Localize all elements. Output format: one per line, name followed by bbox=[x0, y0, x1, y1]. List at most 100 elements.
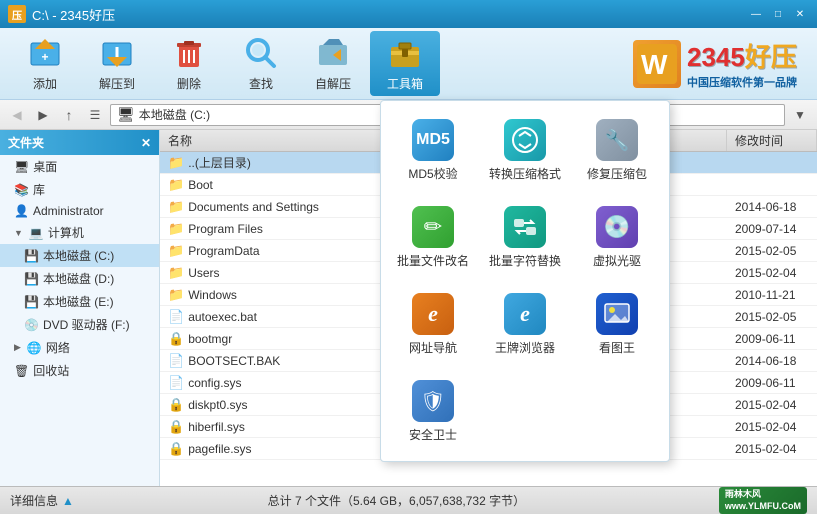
desktop-label: 桌面 bbox=[33, 158, 57, 175]
folder-icon: 📁 bbox=[168, 155, 184, 171]
sidebar-item-computer[interactable]: ▼ 💻 计算机 bbox=[0, 221, 159, 244]
navigate-icon: e bbox=[412, 293, 454, 335]
file-icon: 📄 bbox=[168, 309, 184, 325]
dropdown-batchrename[interactable]: ✏ 批量文件改名 bbox=[391, 198, 475, 277]
sidebar-item-desktop[interactable]: 🖥 桌面 bbox=[0, 155, 159, 178]
security-label: 安全卫士 bbox=[409, 426, 457, 443]
back-button[interactable]: ◀ bbox=[6, 104, 28, 126]
dropdown-convert[interactable]: 转换压缩格式 bbox=[483, 111, 567, 190]
dropdown-navigate[interactable]: e 网址导航 bbox=[391, 285, 475, 364]
recycle-icon: 🗑 bbox=[14, 364, 29, 378]
batchrename-label: 批量文件改名 bbox=[397, 252, 469, 269]
col-header-date[interactable]: 修改时间 bbox=[727, 130, 817, 151]
address-drive-icon: 🖥 bbox=[117, 106, 135, 123]
convert-label: 转换压缩格式 bbox=[489, 165, 561, 182]
dvd-icon: 💿 bbox=[24, 318, 39, 332]
brand-tagline: 中国压缩软件第一品牌 bbox=[687, 74, 797, 90]
folder-icon: 📁 bbox=[168, 199, 184, 215]
sidebar-item-network[interactable]: ▶ 🌐 网络 bbox=[0, 336, 159, 359]
file-date: 2010-11-21 bbox=[727, 288, 817, 302]
dropdown-batchreplace[interactable]: 批量字符替换 bbox=[483, 198, 567, 277]
detail-expand-button[interactable]: ▲ bbox=[62, 494, 74, 508]
file-date: 2015-02-04 bbox=[727, 266, 817, 280]
batchreplace-icon bbox=[504, 206, 546, 248]
file-date: 2009-07-14 bbox=[727, 222, 817, 236]
file-date: 2009-06-11 bbox=[727, 332, 817, 346]
sidebar-header: 文件夹 ✕ bbox=[0, 130, 159, 155]
sidebar-item-recycle[interactable]: 🗑 回收站 bbox=[0, 359, 159, 382]
file-name: hiberfil.sys bbox=[188, 420, 245, 434]
file-date: 2015-02-04 bbox=[727, 442, 817, 456]
dropdown-repair[interactable]: 🔧 修复压缩包 bbox=[575, 111, 659, 190]
admin-label: Administrator bbox=[33, 204, 104, 218]
sidebar-close-button[interactable]: ✕ bbox=[141, 136, 151, 150]
status-text: 总计 7 个文件（5.64 GB，6,057,638,732 字节） bbox=[74, 492, 719, 509]
extract-icon bbox=[99, 35, 135, 71]
toolbox-button[interactable]: 工具箱 bbox=[370, 31, 440, 96]
file-name: Windows bbox=[188, 288, 237, 302]
virtualdisk-icon: 💿 bbox=[596, 206, 638, 248]
file-icon: 📄 bbox=[168, 353, 184, 369]
dropdown-virtualdisk[interactable]: 💿 虚拟光驱 bbox=[575, 198, 659, 277]
toolbox-icon bbox=[387, 35, 423, 71]
virtualdisk-label: 虚拟光驱 bbox=[593, 252, 641, 269]
view-button[interactable]: ☰ bbox=[84, 104, 106, 126]
selfextract-label: 自解压 bbox=[315, 75, 351, 92]
diske-label: 本地磁盘 (E:) bbox=[43, 293, 114, 310]
recycle-label: 回收站 bbox=[33, 362, 69, 379]
folder-icon: 📁 bbox=[168, 221, 184, 237]
file-name: BOOTSECT.BAK bbox=[188, 354, 280, 368]
file-name: autoexec.bat bbox=[188, 310, 257, 324]
address-dropdown-button[interactable]: ▼ bbox=[789, 104, 811, 126]
up-button[interactable]: ↑ bbox=[58, 104, 80, 126]
sidebar-item-diske[interactable]: 💾 本地磁盘 (E:) bbox=[0, 290, 159, 313]
file-name: config.sys bbox=[188, 376, 241, 390]
expand-arrow: ▼ bbox=[14, 228, 23, 238]
toolbar: + 添加 解压到 bbox=[0, 28, 817, 100]
title-bar: 压 C:\ - 2345好压 — □ ✕ bbox=[0, 0, 817, 28]
sidebar-item-dvd[interactable]: 💿 DVD 驱动器 (F:) bbox=[0, 313, 159, 336]
diskc-icon: 💾 bbox=[24, 249, 39, 263]
convert-icon bbox=[504, 119, 546, 161]
minimize-button[interactable]: — bbox=[747, 5, 765, 23]
batchreplace-label: 批量字符替换 bbox=[489, 252, 561, 269]
file-date: 2014-06-18 bbox=[727, 200, 817, 214]
dropdown-security[interactable]: 🛡 安全卫士 bbox=[391, 372, 475, 451]
maximize-button[interactable]: □ bbox=[769, 5, 787, 23]
selfextract-icon bbox=[315, 35, 351, 71]
file-name: Program Files bbox=[188, 222, 263, 236]
sidebar-item-diskd[interactable]: 💾 本地磁盘 (D:) bbox=[0, 267, 159, 290]
desktop-icon: 🖥 bbox=[14, 160, 29, 174]
dropdown-imageview[interactable]: 看图王 bbox=[575, 285, 659, 364]
file-date: 2009-06-11 bbox=[727, 376, 817, 390]
add-icon: + bbox=[27, 35, 63, 71]
file-date: 2015-02-04 bbox=[727, 420, 817, 434]
folder-icon: 📁 bbox=[168, 177, 184, 193]
network-expand: ▶ bbox=[14, 342, 21, 353]
batchrename-icon: ✏ bbox=[412, 206, 454, 248]
sidebar-item-diskc[interactable]: 💾 本地磁盘 (C:) bbox=[0, 244, 159, 267]
address-text: 本地磁盘 (C:) bbox=[139, 106, 210, 123]
dropdown-browser[interactable]: e 王牌浏览器 bbox=[483, 285, 567, 364]
extract-button[interactable]: 解压到 bbox=[82, 31, 152, 96]
search-button[interactable]: 查找 bbox=[226, 31, 296, 96]
close-button[interactable]: ✕ bbox=[791, 5, 809, 23]
dvd-label: DVD 驱动器 (F:) bbox=[43, 316, 130, 333]
sidebar-item-library[interactable]: 📚 库 bbox=[0, 178, 159, 201]
svg-text:+: + bbox=[41, 50, 48, 64]
dropdown-md5[interactable]: MD5 MD5校验 bbox=[391, 111, 475, 190]
admin-icon: 👤 bbox=[14, 204, 29, 218]
file-date: 2015-02-05 bbox=[727, 244, 817, 258]
delete-label: 删除 bbox=[177, 75, 201, 92]
svg-text:W: W bbox=[641, 49, 668, 80]
sidebar-item-admin[interactable]: 👤 Administrator bbox=[0, 201, 159, 221]
add-button[interactable]: + 添加 bbox=[10, 31, 80, 96]
selfextract-button[interactable]: 自解压 bbox=[298, 31, 368, 96]
network-icon: 🌐 bbox=[27, 341, 42, 355]
delete-button[interactable]: 删除 bbox=[154, 31, 224, 96]
navigate-label: 网址导航 bbox=[409, 339, 457, 356]
window-title: C:\ - 2345好压 bbox=[32, 5, 115, 24]
forward-button[interactable]: ▶ bbox=[32, 104, 54, 126]
diskd-icon: 💾 bbox=[24, 272, 39, 286]
toolbox-label: 工具箱 bbox=[387, 75, 423, 92]
